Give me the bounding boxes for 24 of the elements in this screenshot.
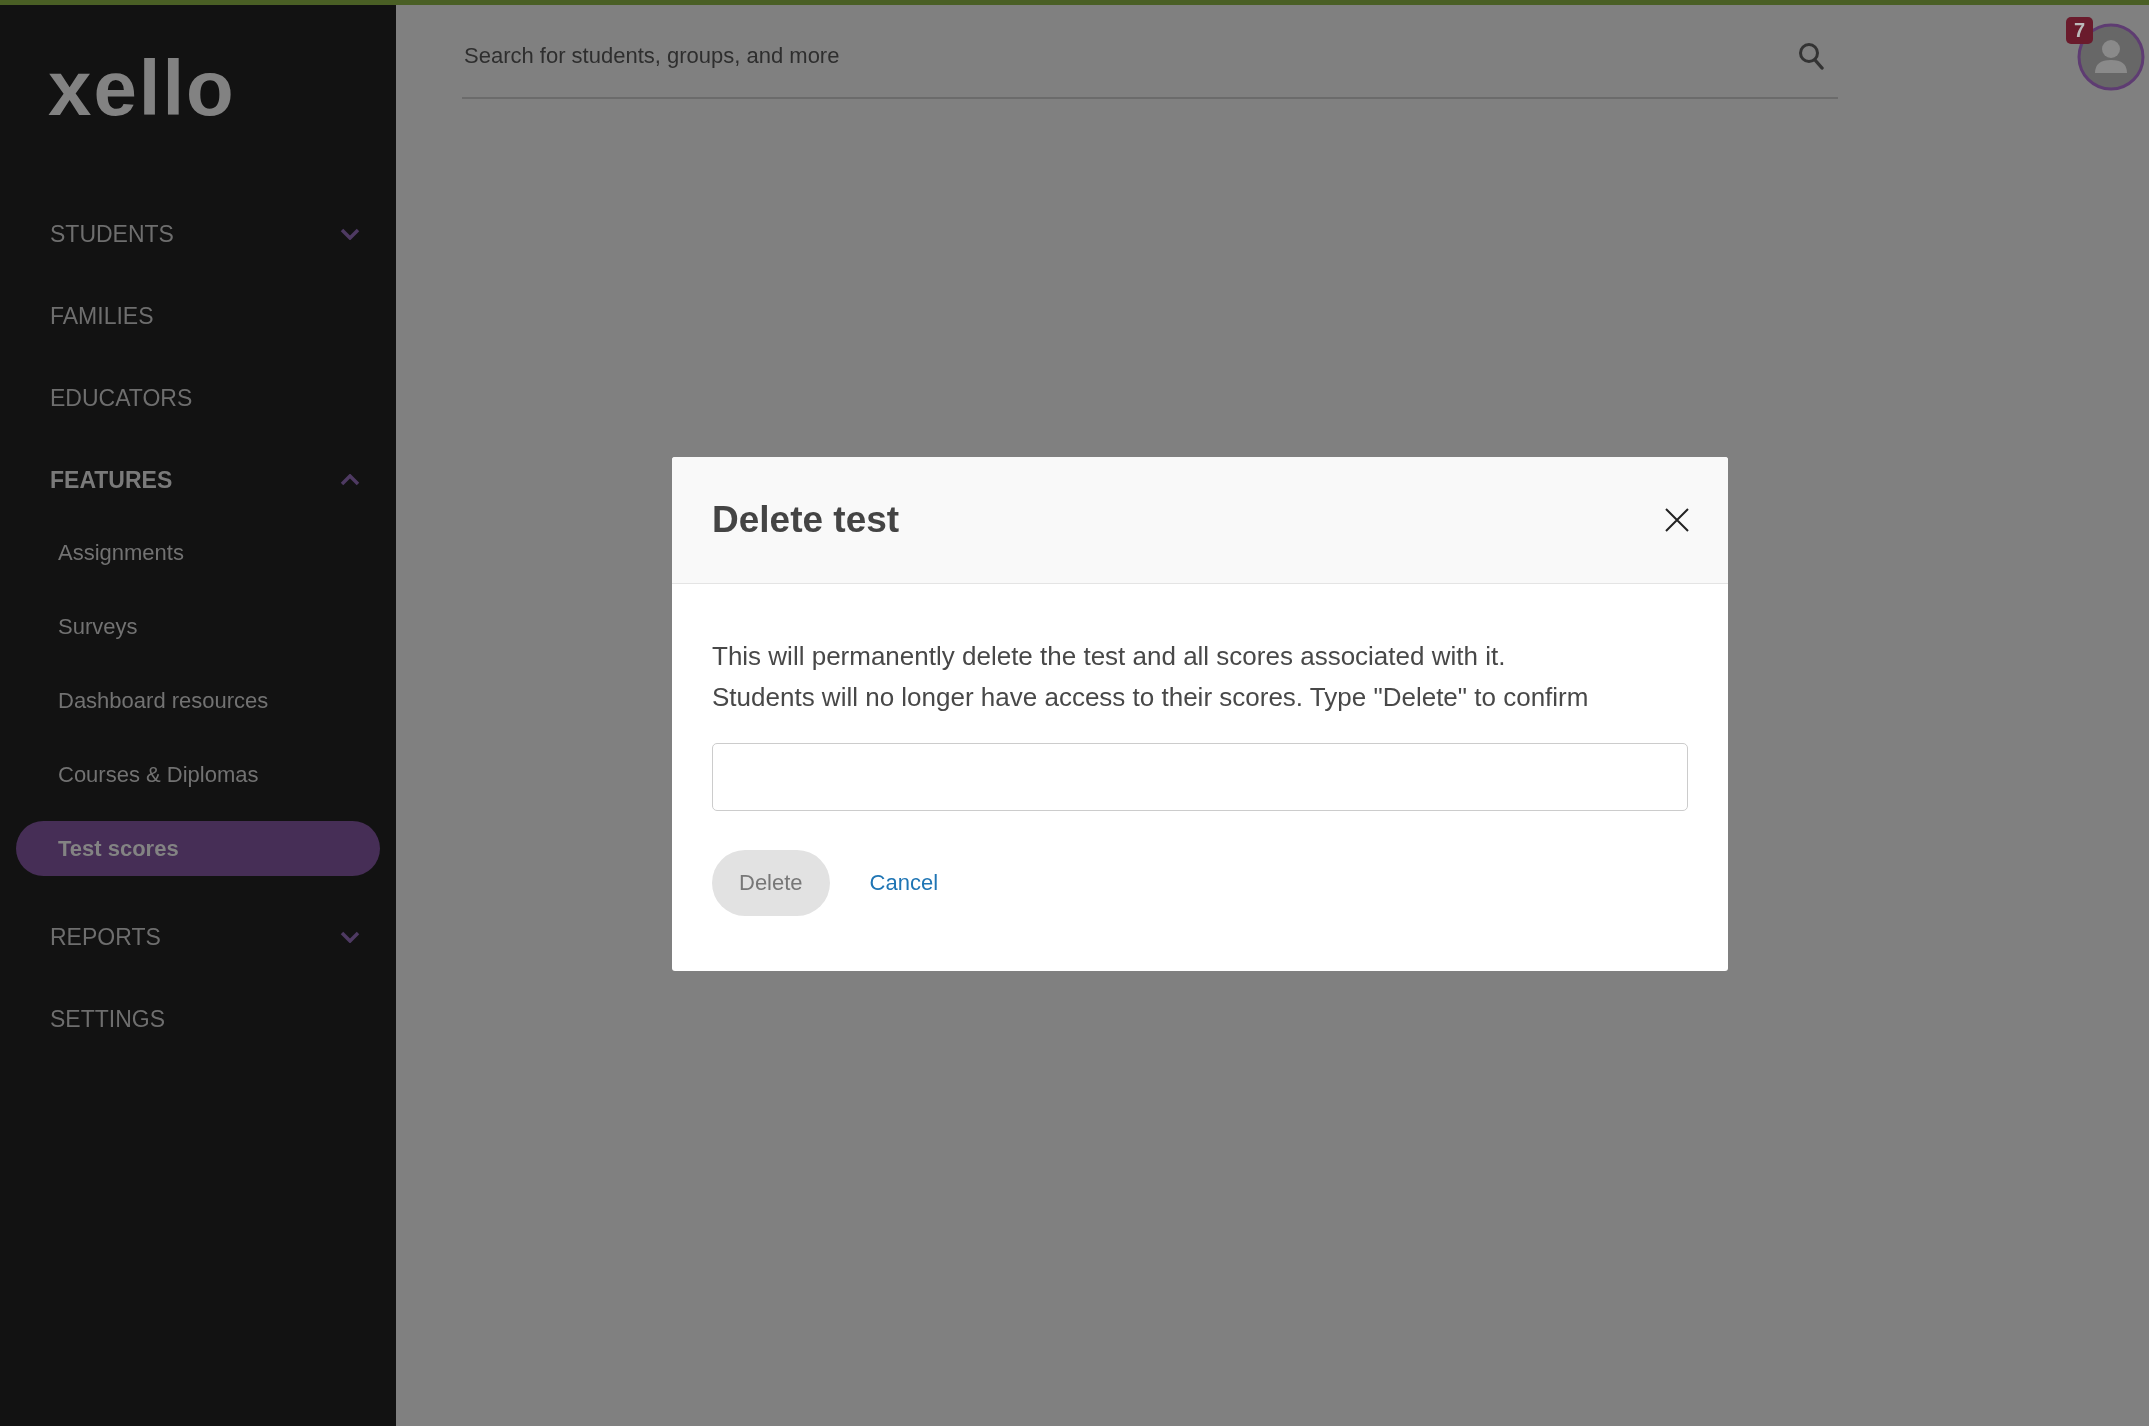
cancel-link[interactable]: Cancel [869,870,939,896]
nav-item[interactable]: Surveys [16,599,380,654]
nav-item[interactable]: Assignments [16,525,380,580]
nav-item[interactable]: Dashboard resources [16,673,380,728]
nav-section[interactable]: EDUCATORS [16,357,380,439]
search-field[interactable]: Search for students, groups, and more [462,42,1798,70]
nav-item[interactable]: Test scores [16,821,380,876]
chevron-down-icon [340,931,360,943]
nav-section[interactable]: FAMILIES [16,275,380,357]
notification-badge: 7 [2066,17,2094,44]
nav-section[interactable]: REPORTS [16,896,380,978]
search-icon [1798,42,1824,70]
chevron-up-icon [340,474,360,486]
chevron-down-icon [340,228,360,240]
nav-section[interactable]: STUDENTS [16,193,380,275]
nav-section[interactable]: SETTINGS [16,978,380,1060]
avatar-icon[interactable] [2077,23,2145,91]
dialog-message: This will permanently delete the test and all scores associated with it. Students will no longer have access to their scores. Type "Delete" to confirm [712,640,1590,714]
confirm-input[interactable] [712,743,1688,811]
nav-section[interactable]: FEATURES [16,439,380,521]
nav-item[interactable]: Courses & Diplomas [16,747,380,802]
logo: xello [48,49,236,127]
close-button[interactable] [1664,507,1690,533]
dialog-title: Delete test [712,499,900,541]
